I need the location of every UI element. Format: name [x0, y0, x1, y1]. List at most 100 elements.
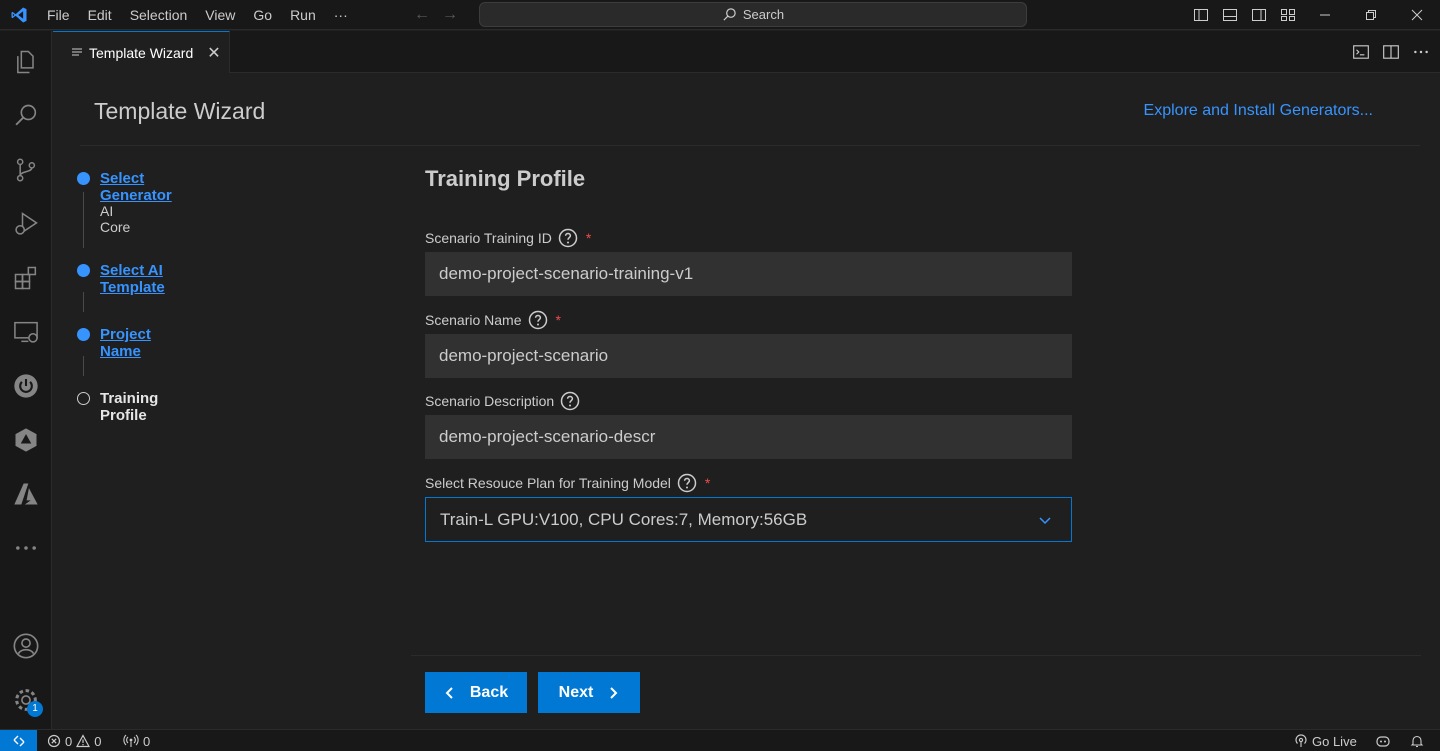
field-label: Scenario Training ID	[425, 230, 552, 246]
activity-bar: 1	[0, 31, 52, 729]
ports-count: 0	[143, 733, 151, 749]
step-connector	[83, 356, 84, 376]
step-complete-dot	[77, 264, 90, 277]
settings-badge: 1	[27, 701, 43, 717]
toggle-primary-sidebar-icon[interactable]	[1186, 0, 1215, 30]
copilot-icon	[1376, 736, 1390, 747]
run-debug-icon[interactable]	[0, 200, 52, 248]
scenario-description-label: Scenario Description	[425, 391, 580, 411]
scenario-description-input[interactable]: demo-project-scenario-descr	[425, 415, 1072, 459]
explorer-icon[interactable]	[0, 38, 52, 86]
problems-indicator[interactable]: 0 0	[47, 730, 101, 751]
page-title: Template Wizard	[94, 98, 266, 124]
close-window-icon[interactable]	[1394, 0, 1440, 30]
menu-run[interactable]: Run	[281, 0, 325, 30]
menu-view[interactable]: View	[196, 0, 244, 30]
split-editor-icon[interactable]	[1382, 43, 1400, 61]
required-marker: *	[585, 230, 592, 246]
source-control-icon[interactable]	[0, 146, 52, 194]
back-label: Back	[469, 683, 509, 701]
menu-file[interactable]: File	[38, 0, 79, 30]
menu-selection[interactable]: Selection	[121, 0, 197, 30]
go-live-label: Go Live	[1312, 733, 1357, 749]
chevron-down-icon	[1039, 517, 1051, 525]
step-current-dot	[77, 392, 90, 405]
back-button[interactable]: Back	[425, 672, 527, 713]
restore-icon[interactable]	[1348, 0, 1394, 30]
manage-gear-icon[interactable]: 1	[0, 676, 52, 724]
toggle-panel-icon[interactable]	[1215, 0, 1244, 30]
menu-bar: File Edit Selection View Go Run ···	[38, 0, 357, 30]
power-icon[interactable]	[0, 362, 52, 410]
chevron-left-icon	[445, 686, 453, 699]
more-views-icon[interactable]	[0, 524, 52, 572]
minimize-icon[interactable]	[1302, 0, 1348, 30]
search-label: Search	[742, 7, 785, 22]
ports-indicator[interactable]: 0	[123, 730, 150, 751]
broadcast-icon	[123, 734, 139, 747]
warning-count: 0	[94, 733, 102, 749]
error-icon	[47, 734, 61, 748]
customize-layout-icon[interactable]	[1273, 0, 1302, 30]
menu-go[interactable]: Go	[244, 0, 281, 30]
step-complete-dot	[77, 328, 90, 341]
vscode-logo-icon	[11, 7, 27, 23]
help-icon[interactable]	[528, 310, 548, 330]
close-tab-icon[interactable]: ✕	[207, 43, 220, 63]
step-select-ai-template[interactable]: Select AI Template	[100, 262, 165, 296]
status-bar: 0 0 0 Go Live	[0, 729, 1440, 751]
notifications-bell[interactable]	[1410, 730, 1424, 751]
menu-edit[interactable]: Edit	[79, 0, 121, 30]
step-training-profile: Training Profile	[100, 390, 159, 424]
help-icon[interactable]	[558, 228, 578, 248]
warning-icon	[76, 734, 91, 748]
remote-icon	[13, 735, 24, 747]
search-view-icon[interactable]	[0, 92, 52, 140]
field-label: Scenario Description	[425, 393, 555, 409]
field-label: Scenario Name	[425, 312, 522, 328]
required-marker: *	[704, 475, 711, 491]
accounts-icon[interactable]	[0, 622, 52, 670]
command-center-search[interactable]: Search	[479, 2, 1027, 27]
step-generator-value: AI Core	[100, 203, 131, 235]
help-icon[interactable]	[677, 473, 697, 493]
azure-icon[interactable]	[0, 470, 52, 518]
scenario-name-label: Scenario Name *	[425, 310, 561, 330]
resource-plan-select[interactable]: Train-L GPU:V100, CPU Cores:7, Memory:56…	[425, 497, 1072, 542]
remote-indicator[interactable]	[0, 730, 37, 751]
tab-label: Template Wizard	[89, 44, 194, 61]
remote-explorer-icon[interactable]	[0, 308, 52, 356]
help-icon[interactable]	[560, 391, 580, 411]
forward-arrow-icon[interactable]: →	[442, 5, 458, 25]
toggle-secondary-sidebar-icon[interactable]	[1244, 0, 1273, 30]
tab-template-wizard[interactable]: Template Wizard ✕	[53, 31, 230, 73]
scenario-training-id-label: Scenario Training ID *	[425, 228, 591, 248]
footer-divider	[411, 655, 1421, 656]
step-select-generator[interactable]: Select Generator	[100, 170, 172, 204]
go-live-button[interactable]: Go Live	[1294, 730, 1357, 751]
step-connector	[83, 292, 84, 312]
ai-core-icon[interactable]	[0, 416, 52, 464]
next-button[interactable]: Next	[538, 672, 640, 713]
search-icon	[723, 8, 736, 21]
error-count: 0	[65, 733, 73, 749]
next-label: Next	[558, 683, 594, 701]
title-bar: File Edit Selection View Go Run ··· ← → …	[0, 0, 1440, 30]
scenario-training-id-input[interactable]: demo-project-scenario-training-v1	[425, 252, 1072, 296]
go-live-icon	[1295, 734, 1307, 747]
bell-icon	[1410, 735, 1424, 748]
terminal-icon[interactable]	[1352, 43, 1370, 61]
form-title: Training Profile	[425, 166, 586, 191]
copilot-status[interactable]	[1375, 730, 1391, 751]
header-divider	[80, 145, 1420, 146]
template-wizard-panel: Template Wizard Explore and Install Gene…	[53, 74, 1440, 729]
step-project-name[interactable]: Project Name	[100, 326, 151, 360]
extensions-icon[interactable]	[0, 254, 52, 302]
back-arrow-icon[interactable]: ←	[414, 5, 430, 25]
editor-tab-bar: Template Wizard ✕	[53, 31, 1440, 73]
menu-more[interactable]: ···	[325, 0, 357, 30]
preview-icon	[72, 48, 82, 55]
more-actions-icon[interactable]	[1412, 43, 1430, 61]
explore-generators-link[interactable]: Explore and Install Generators...	[1144, 102, 1373, 120]
scenario-name-input[interactable]: demo-project-scenario	[425, 334, 1072, 378]
